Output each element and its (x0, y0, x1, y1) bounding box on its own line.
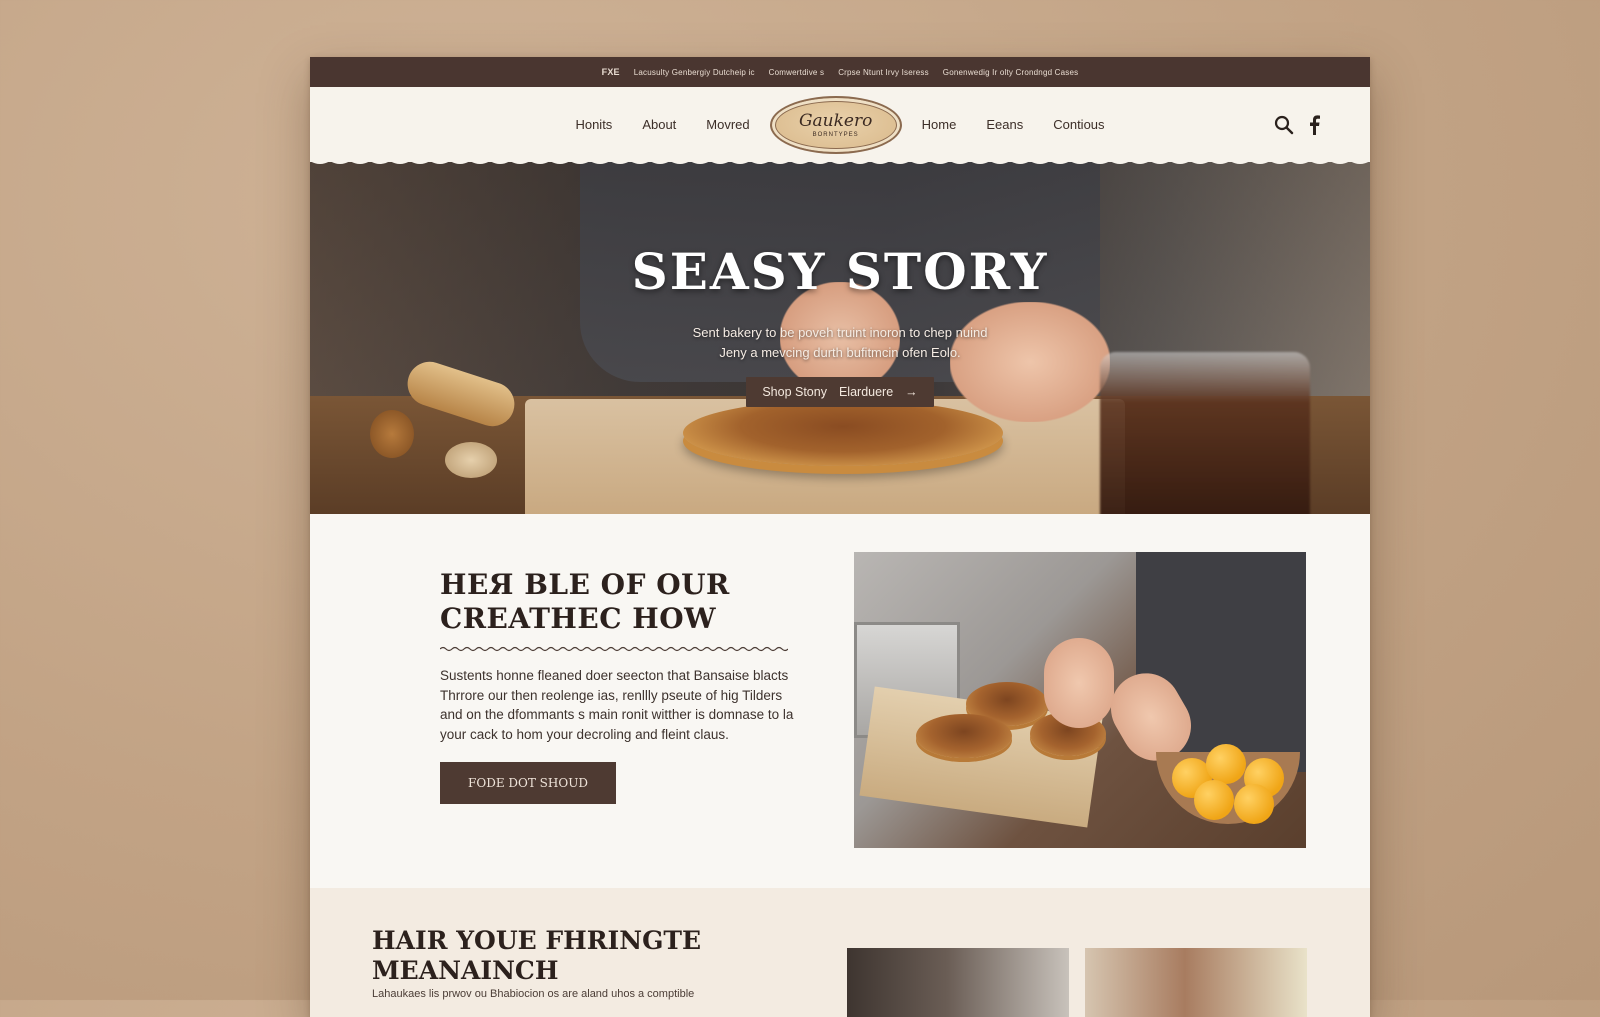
arrow-right-icon: → (905, 385, 918, 399)
hero-photo-nut (370, 410, 414, 458)
story-heading-line: CREATHEC HOW (440, 602, 717, 635)
nav-link-movred[interactable]: Movred (706, 117, 749, 132)
bottom-heading-line: HAIR YOUE FHRINGTE (372, 926, 702, 955)
story-heading: HEЯ BLE OF OUR CREATHEC HOW (440, 568, 800, 636)
story-photo-hand (1044, 638, 1114, 728)
shop-story-button[interactable]: Shop Stony Elarduere → (746, 377, 934, 407)
story-photo-orange (1194, 780, 1234, 820)
story-photo-pastry (916, 714, 1012, 758)
logo-subtitle: BORNTYPES (812, 131, 859, 138)
search-icon[interactable] (1274, 115, 1294, 135)
wavy-border (310, 155, 1370, 164)
topbar-item[interactable]: Comwertdive s (769, 68, 825, 77)
hero-button-label: Shop Stony (762, 385, 827, 399)
bottom-heading-line: MEANAINCH (372, 956, 559, 985)
story-photo (854, 552, 1306, 848)
hero-banner: SEASY STORY Sent bakery to be poveh trui… (310, 162, 1370, 514)
nav-link-home[interactable]: Home (922, 117, 957, 132)
site-header: Honits About Movred Gaukero BORNTYPES Ho… (310, 87, 1370, 164)
bottom-section: HAIR YOUE FHRINGTE MEANAINCH Lahaukaes l… (310, 888, 1370, 1017)
nav-link-honits[interactable]: Honits (575, 117, 612, 132)
nav-link-contious[interactable]: Contious (1053, 117, 1104, 132)
hero-subtitle-line: Sent bakery to be poveh truint inoron to… (692, 325, 988, 340)
bottom-photo-kitchen (847, 948, 1069, 1017)
story-cta-button[interactable]: FODE DOT SHOUD (440, 762, 616, 804)
topbar-item[interactable]: Crpse Ntunt Irvy Iseress (838, 68, 929, 77)
story-photo-orange (1234, 784, 1274, 824)
hero-content: SEASY STORY Sent bakery to be poveh trui… (310, 242, 1370, 407)
nav-link-about[interactable]: About (642, 117, 676, 132)
bottom-heading: HAIR YOUE FHRINGTE MEANAINCH (372, 926, 701, 986)
main-nav-left: Honits About Movred (575, 117, 749, 132)
story-text-block: HEЯ BLE OF OUR CREATHEC HOW Sustents hon… (440, 568, 800, 804)
hero-title: SEASY STORY (631, 242, 1049, 301)
hero-subtitle-line: Jeny a mevcing durth bufitmcin ofen Eolo… (719, 345, 961, 360)
story-heading-line: HEЯ BLE OF OUR (440, 568, 730, 601)
story-photo-orange (1206, 744, 1246, 784)
hero-button-label-secondary: Elarduere (838, 385, 894, 399)
facebook-icon[interactable] (1308, 115, 1320, 135)
site-logo[interactable]: Gaukero BORNTYPES (769, 95, 902, 154)
topbar-brand: FXE (601, 67, 620, 77)
hero-subtitle: Sent bakery to be poveh truint inoron to… (310, 323, 1370, 363)
story-section: HEЯ BLE OF OUR CREATHEC HOW Sustents hon… (310, 514, 1370, 888)
story-body-text: Sustents honne fleaned doer seecton that… (440, 668, 794, 742)
top-announcement-bar: FXE Lacusulty Genbergiy Dutcheip ic Comw… (310, 57, 1370, 87)
main-nav-right: Home Eeans Contious (922, 117, 1105, 132)
topbar-item[interactable]: Lacusulty Genbergiy Dutcheip ic (634, 68, 755, 77)
nav-link-eeans[interactable]: Eeans (986, 117, 1023, 132)
website-page: FXE Lacusulty Genbergiy Dutcheip ic Comw… (310, 57, 1370, 1017)
header-icons (1274, 115, 1320, 135)
wavy-divider (440, 646, 788, 652)
logo-name: Gaukero (798, 110, 873, 131)
topbar-item[interactable]: Gonenwedig Ir olty Crondngd Cases (943, 68, 1079, 77)
hero-photo-nut (445, 442, 497, 478)
bottom-body-text: Lahaukaes lis prwov ou Bhabiocion os are… (372, 988, 695, 1000)
bottom-photo-chef (1085, 948, 1307, 1017)
